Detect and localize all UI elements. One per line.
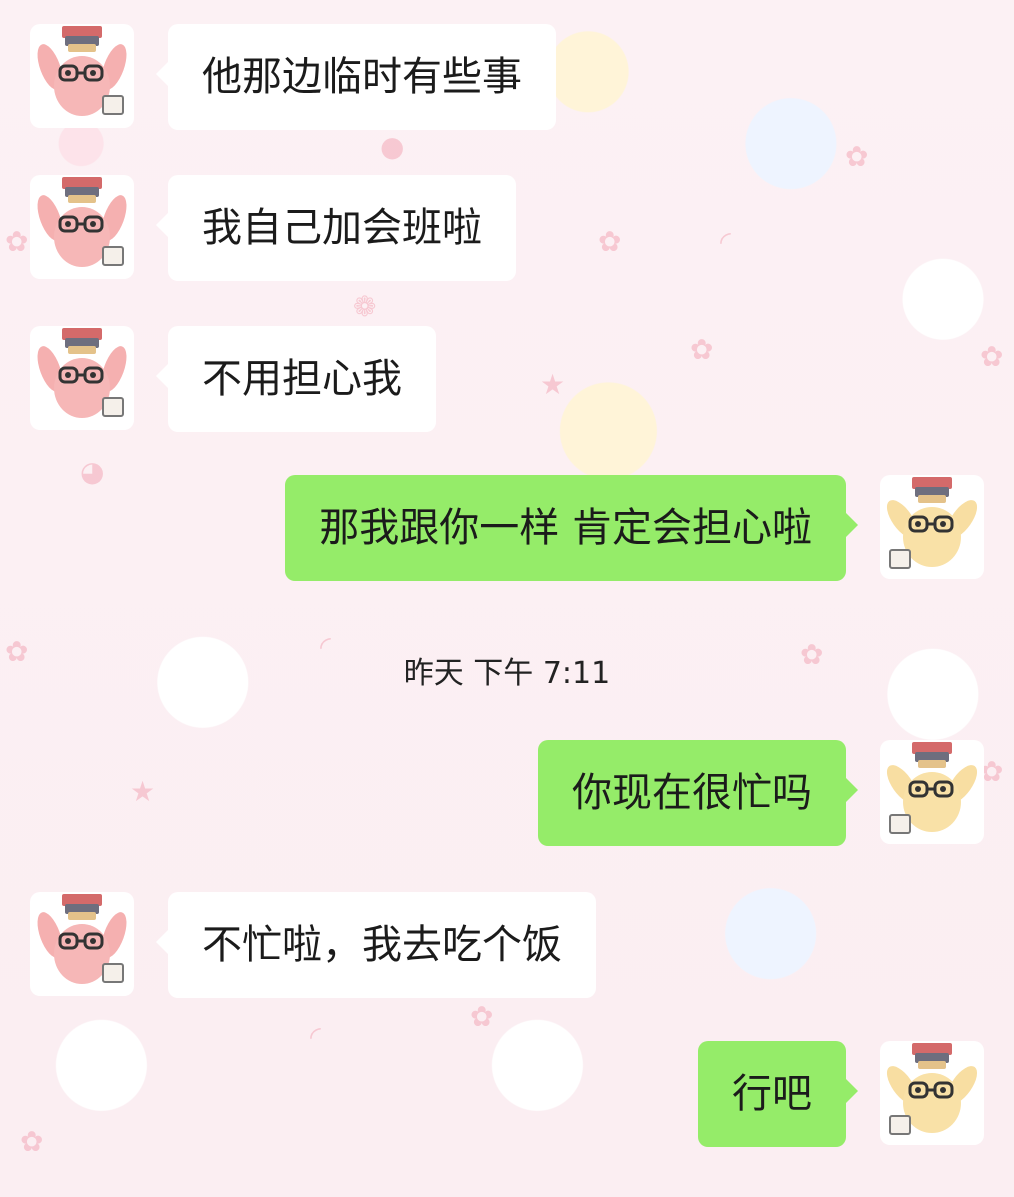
message-row-incoming: 不用担心我 (0, 326, 1014, 432)
incoming-message-bubble[interactable]: 不用担心我 (156, 326, 436, 432)
message-row-incoming: 他那边临时有些事 (0, 24, 1014, 130)
pink-bunny-with-glasses-avatar-icon (30, 175, 134, 279)
incoming-message-bubble[interactable]: 他那边临时有些事 (156, 24, 556, 130)
contact-avatar[interactable] (30, 326, 134, 430)
message-row-outgoing: 你现在很忙吗 (0, 740, 1014, 846)
contact-avatar[interactable] (30, 892, 134, 996)
message-row-incoming: 我自己加会班啦 (0, 175, 1014, 281)
self-avatar[interactable] (880, 1041, 984, 1145)
outgoing-message-bubble[interactable]: 你现在很忙吗 (538, 740, 858, 846)
message-row-outgoing: 行吧 (0, 1041, 1014, 1147)
pink-bunny-with-glasses-avatar-icon (30, 24, 134, 128)
message-row-outgoing: 那我跟你一样 肯定会担心啦 (0, 475, 1014, 581)
incoming-message-bubble[interactable]: 不忙啦，我去吃个饭 (156, 892, 596, 998)
yellow-bunny-with-glasses-avatar-icon (880, 475, 984, 579)
yellow-bunny-with-glasses-avatar-icon (880, 1041, 984, 1145)
chat-thread: 他那边临时有些事 我自己加会班啦 不用担心我 那我跟你一样 肯定会担心啦 昨天 … (0, 0, 1014, 1197)
outgoing-message-bubble[interactable]: 那我跟你一样 肯定会担心啦 (285, 475, 858, 581)
contact-avatar[interactable] (30, 175, 134, 279)
incoming-message-bubble[interactable]: 我自己加会班啦 (156, 175, 516, 281)
contact-avatar[interactable] (30, 24, 134, 128)
pink-bunny-with-glasses-avatar-icon (30, 326, 134, 430)
yellow-bunny-with-glasses-avatar-icon (880, 740, 984, 844)
self-avatar[interactable] (880, 475, 984, 579)
self-avatar[interactable] (880, 740, 984, 844)
chat-timestamp: 昨天 下午 7:11 (403, 656, 611, 691)
message-row-incoming: 不忙啦，我去吃个饭 (0, 892, 1014, 998)
pink-bunny-with-glasses-avatar-icon (30, 892, 134, 996)
outgoing-message-bubble[interactable]: 行吧 (698, 1041, 858, 1147)
